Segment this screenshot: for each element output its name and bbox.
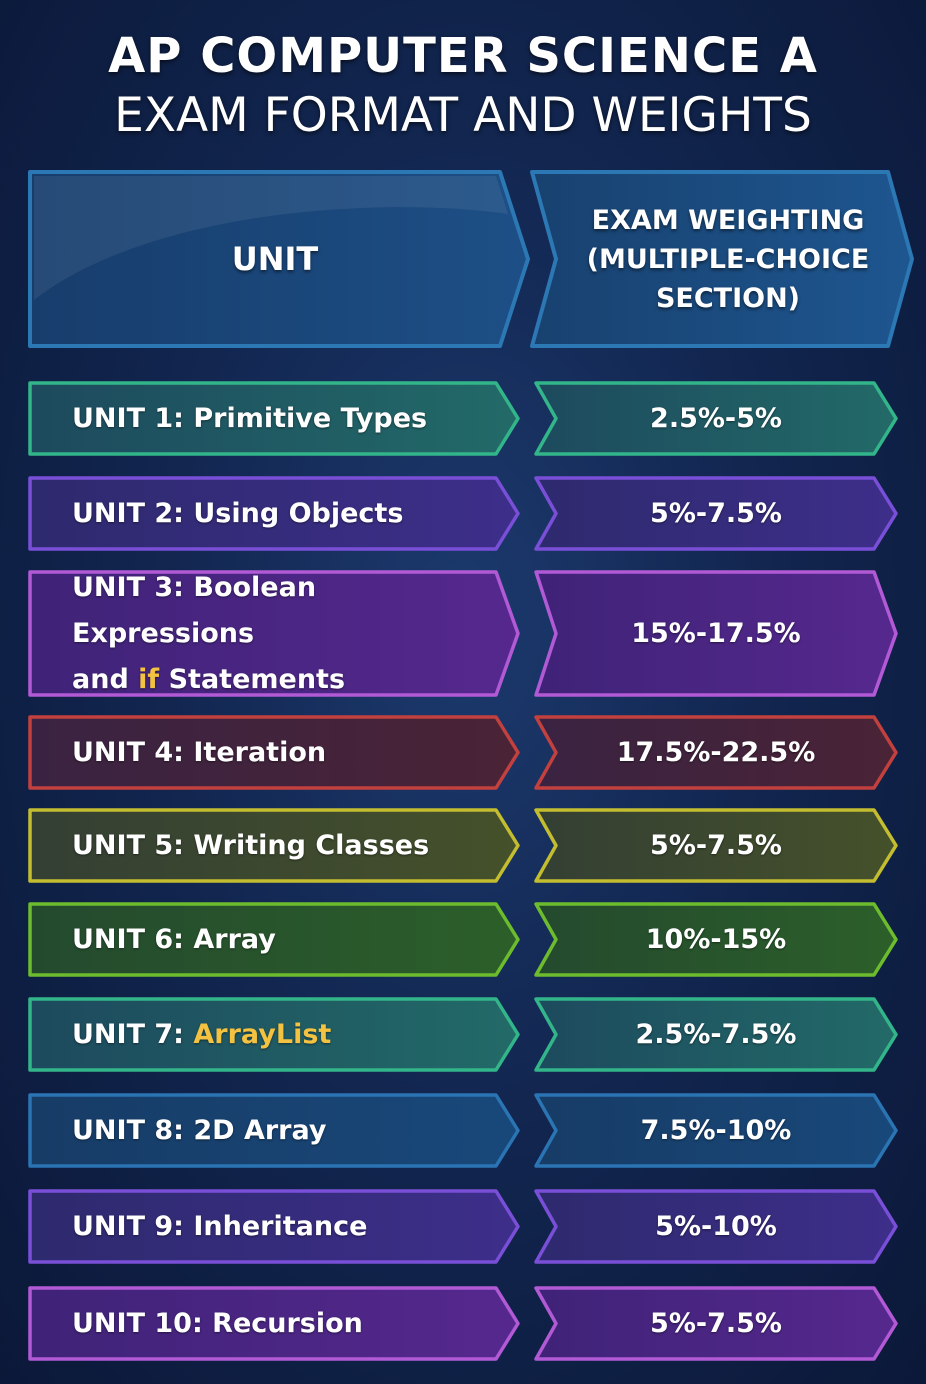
unit-name: UNIT 4: Iteration	[72, 730, 326, 776]
table-row-weight: 7.5%-10%	[640, 1114, 792, 1146]
unit-title: Primitive Types	[193, 402, 428, 434]
unit-name: UNIT 2: Using Objects	[72, 491, 403, 537]
unit-name: UNIT 5: Writing Classes	[72, 823, 429, 869]
unit-number: UNIT 5:	[72, 829, 194, 861]
unit-name: UNIT 10: Recursion	[72, 1301, 363, 1347]
unit-name: UNIT 9: Inheritance	[72, 1204, 367, 1250]
header-unit-label: UNIT	[231, 240, 319, 278]
table-row-unit: UNIT 3: Boolean Expressions and if Statem…	[30, 572, 500, 695]
unit-title: Using Objects	[193, 497, 404, 529]
header-weight-line2: (MULTIPLE-CHOICE	[586, 243, 870, 275]
unit-title: Recursion	[212, 1307, 363, 1339]
table-row-weight: 2.5%-5%	[650, 402, 782, 434]
table-row-unit: UNIT 9: Inheritance	[30, 1191, 500, 1262]
unit-number: UNIT 4:	[72, 736, 194, 768]
table-row-unit: UNIT 2: Using Objects	[30, 478, 500, 549]
unit-name: UNIT 3: Boolean Expressions and if Statem…	[72, 565, 500, 703]
header-weight-line1: EXAM WEIGHTING	[591, 204, 865, 236]
unit-number: UNIT 2:	[72, 497, 194, 529]
table-row-weight: 17.5%-22.5%	[616, 736, 816, 768]
table-row-unit: UNIT 5: Writing Classes	[30, 810, 500, 881]
table-row-weight: 2.5%-7.5%	[635, 1018, 797, 1050]
unit-number: UNIT 7:	[72, 1018, 194, 1050]
unit-name: UNIT 6: Array	[72, 917, 276, 963]
unit-title: Iteration	[193, 736, 327, 768]
unit-title: 2D Array	[193, 1114, 327, 1146]
table-row-unit: UNIT 6: Array	[30, 904, 500, 975]
unit-keyword: if	[138, 663, 160, 695]
table-row-unit: UNIT 7: ArrayList	[30, 999, 500, 1070]
table-row-unit: UNIT 10: Recursion	[30, 1288, 500, 1359]
unit-title: Inheritance	[193, 1210, 368, 1242]
table-row-weight: 10%-15%	[645, 923, 787, 955]
unit-number: UNIT 1:	[72, 402, 194, 434]
table-row-weight: 15%-17.5%	[631, 617, 801, 649]
unit-number: UNIT 8:	[72, 1114, 194, 1146]
table-row-weight: 5%-7.5%	[650, 829, 782, 861]
unit-number: UNIT 10:	[72, 1307, 213, 1339]
unit-title: Writing Classes	[193, 829, 430, 861]
unit-name: UNIT 7: ArrayList	[72, 1012, 331, 1058]
table-row-weight: 5%-7.5%	[650, 1307, 782, 1339]
table-row-unit: UNIT 1: Primitive Types	[30, 383, 500, 454]
table-row-weight: 5%-7.5%	[650, 497, 782, 529]
unit-name: UNIT 8: 2D Array	[72, 1108, 327, 1154]
unit-number: UNIT 3:	[72, 571, 194, 603]
table-row-unit: UNIT 4: Iteration	[30, 717, 500, 788]
table-row-weight: 5%-10%	[655, 1210, 777, 1242]
unit-title-end: Statements	[159, 663, 346, 695]
header-weight-label: EXAM WEIGHTING (MULTIPLE-CHOICE SECTION)	[540, 170, 916, 348]
unit-number: UNIT 6:	[72, 923, 194, 955]
unit-name: UNIT 1: Primitive Types	[72, 396, 427, 442]
unit-title: Array	[193, 923, 276, 955]
unit-title-cont: and	[72, 663, 139, 695]
table-row-unit: UNIT 8: 2D Array	[30, 1095, 500, 1166]
unit-number: UNIT 9:	[72, 1210, 194, 1242]
header-weight-line3: SECTION)	[655, 282, 801, 314]
unit-keyword: ArrayList	[193, 1018, 332, 1050]
